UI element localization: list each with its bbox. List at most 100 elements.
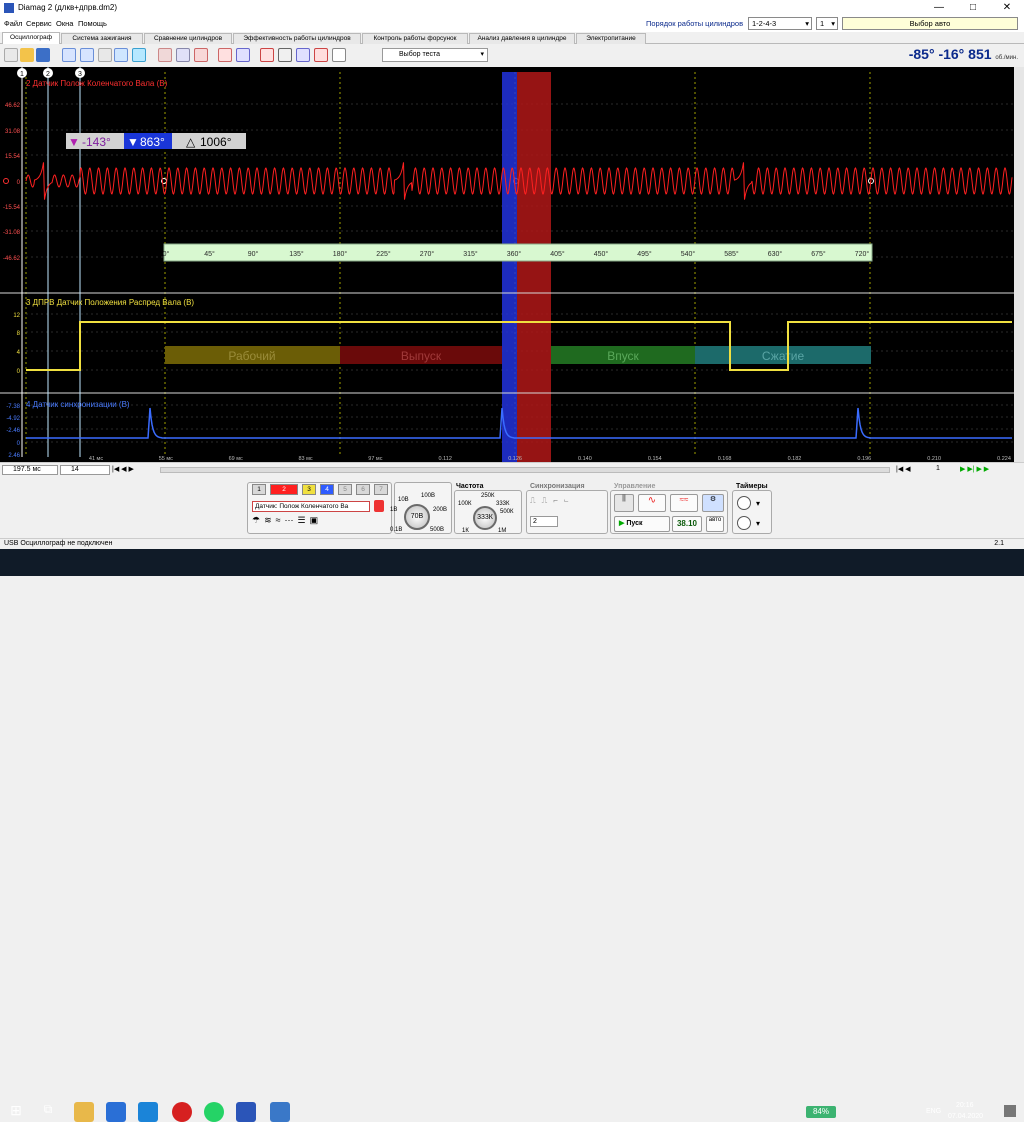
sync-channel-select[interactable]: 2 (530, 516, 558, 527)
svg-text:1: 1 (20, 71, 24, 78)
oscilloscope-area[interactable]: 123 Рабочий Выпуск Впуск Сжатие 0° 45° 90°… (0, 67, 1024, 462)
menu-windows[interactable]: Окна (56, 19, 73, 28)
cursor-dot[interactable] (3, 178, 9, 184)
hand-tool-icon[interactable] (98, 48, 112, 62)
cursor-tool-icon[interactable] (62, 48, 76, 62)
close-icon[interactable]: ✕ (990, 0, 1024, 16)
explorer-icon[interactable] (74, 1102, 94, 1122)
battery-indicator[interactable]: 84% (806, 1106, 836, 1118)
degree-label: 45° (204, 250, 215, 258)
refresh-icon[interactable] (236, 48, 250, 62)
tab-cylinder-compare[interactable]: Сравнение цилиндров (144, 33, 232, 44)
menu-file[interactable]: Файл (4, 19, 22, 28)
tab-ignition[interactable]: Система зажигания (61, 33, 143, 44)
cursor-marker-1[interactable]: 1 (17, 68, 27, 78)
degree-icon[interactable] (218, 48, 232, 62)
save-channel-icon[interactable] (374, 500, 384, 512)
measure-tool-icon[interactable] (80, 48, 94, 62)
ch3-ytick: 4 (17, 350, 21, 356)
nav-buttons-left[interactable]: |◀ ◀ ▶ (112, 465, 152, 475)
flag-icon[interactable] (314, 48, 328, 62)
channel-5-button[interactable]: 5 (338, 484, 352, 495)
time-scroller: 197.5 мс 14 |◀ ◀ ▶ |◀ ◀ 1 ▶ ▶| ▶ ▶ (0, 462, 1024, 476)
tab-oscilloscope[interactable]: Осциллограф (2, 32, 60, 44)
yandex-browser-icon[interactable] (172, 1102, 192, 1122)
cursor-marker-2[interactable]: 2 (43, 68, 53, 78)
mail-icon[interactable] (138, 1102, 158, 1122)
frequency-knob[interactable]: 333К (473, 506, 497, 530)
tab-cylinder-pressure[interactable]: Анализ давления в цилиндре (469, 33, 575, 44)
save-icon[interactable] (36, 48, 50, 62)
voltage-label-200v: 200В (433, 507, 448, 513)
split-icon[interactable] (296, 48, 310, 62)
chevron-down-icon: ▾ (805, 19, 809, 28)
play-buttons[interactable]: ▶ ▶| ▶ ▶ (960, 465, 1020, 475)
ch3-ytick: 8 (17, 331, 21, 337)
tab-cylinder-efficiency[interactable]: Эффективность работы цилиндров (233, 33, 361, 44)
marker-icon[interactable] (260, 48, 274, 62)
vertical-scrollbar[interactable] (1014, 67, 1024, 462)
zoom-icon[interactable] (114, 48, 128, 62)
whatsapp-icon[interactable] (204, 1102, 224, 1122)
channel-tools-row[interactable]: ☂≋≈⋯☰▣ (252, 515, 382, 529)
cylinder-order-select[interactable]: 1-2-4-3 ▾ (748, 17, 812, 30)
windows-start-icon[interactable]: ⊞ (6, 1102, 26, 1122)
oscilloscope-plot[interactable]: 123 Рабочий Выпуск Впуск Сжатие 0° 45° 90°… (0, 67, 1014, 462)
open-folder-icon[interactable] (20, 48, 34, 62)
channel-4-button[interactable]: 4 (320, 484, 334, 495)
photos-icon[interactable] (270, 1102, 290, 1122)
channel-count-select[interactable]: 14 (60, 465, 110, 475)
new-file-icon[interactable] (4, 48, 18, 62)
menu-service[interactable]: Сервис (26, 19, 52, 28)
tab-injector-control[interactable]: Контроль работы форсунок (362, 33, 468, 44)
voltage-label-500v: 500В (430, 527, 445, 533)
page-icon[interactable] (332, 48, 346, 62)
channel-2-button[interactable]: 2 (270, 484, 298, 495)
menu-help[interactable]: Помощь (78, 19, 107, 28)
language-indicator[interactable]: ENG (926, 1108, 941, 1115)
multi-wave-button[interactable]: ≈≈ (670, 494, 698, 512)
spectrum-icon[interactable] (194, 48, 208, 62)
cylinder-order-label: Порядок работы цилиндров (646, 19, 744, 28)
task-view-icon[interactable]: ⧉ (38, 1102, 58, 1122)
sync-edge-icons[interactable]: ⎍⎍⌐⌙ (530, 496, 604, 508)
auto-select-button[interactable]: Выбор авто (842, 17, 1018, 30)
settings-gear-icon[interactable]: ⚙ (702, 494, 724, 512)
test-select[interactable]: Выбор теста ▾ (382, 48, 488, 62)
voltage-knob[interactable]: 70В (404, 504, 430, 530)
notification-icon[interactable] (1004, 1105, 1016, 1117)
sine-wave-button[interactable]: ∿ (638, 494, 666, 512)
channel-3-button[interactable]: 3 (302, 484, 316, 495)
channel-7-button[interactable]: 7 (374, 484, 388, 495)
filter-icon[interactable] (158, 48, 172, 62)
diamag-icon[interactable] (236, 1102, 256, 1122)
channel-6-button[interactable]: 6 (356, 484, 370, 495)
time-per-div-select[interactable]: 197.5 мс (2, 465, 58, 475)
freq-label-333k: 333К (496, 501, 510, 507)
play-icon: ▶ (619, 520, 625, 527)
auto-button[interactable]: авто (706, 516, 724, 532)
chevron-down-icon[interactable]: ▾ (756, 499, 760, 508)
sensor-select[interactable]: Датчик: Полож Коленчатого Ва (252, 501, 370, 512)
time-scrollbar[interactable] (160, 467, 890, 473)
timer-clock-icon[interactable] (737, 496, 751, 510)
timer-stopwatch-icon[interactable] (737, 516, 751, 530)
minimize-icon[interactable]: — (922, 0, 956, 16)
freq-label-1k: 1К (462, 528, 469, 534)
cursor-marker-3[interactable]: 3 (75, 68, 85, 78)
cylinder-number-select[interactable]: 1 ▾ (816, 17, 838, 30)
rpm-readout-value: -85° -16° 851 (908, 46, 992, 62)
channel-1-button[interactable]: 1 (252, 484, 266, 495)
waveform-icon[interactable] (176, 48, 190, 62)
start-button[interactable]: ▶ Пуск (614, 516, 670, 532)
time-per-div-value: 197.5 мс (13, 466, 41, 473)
tab-power[interactable]: Электропитание (576, 33, 646, 44)
nav-buttons-mid[interactable]: |◀ ◀ (896, 465, 926, 475)
maximize-icon[interactable]: □ (956, 0, 990, 16)
zoom-fit-icon[interactable] (132, 48, 146, 62)
chevron-down-icon[interactable]: ▾ (756, 519, 760, 528)
rpm-unit: об./мин. (995, 55, 1018, 61)
table-icon[interactable] (278, 48, 292, 62)
store-icon[interactable] (106, 1102, 126, 1122)
pause-icon[interactable]: || (614, 494, 634, 512)
